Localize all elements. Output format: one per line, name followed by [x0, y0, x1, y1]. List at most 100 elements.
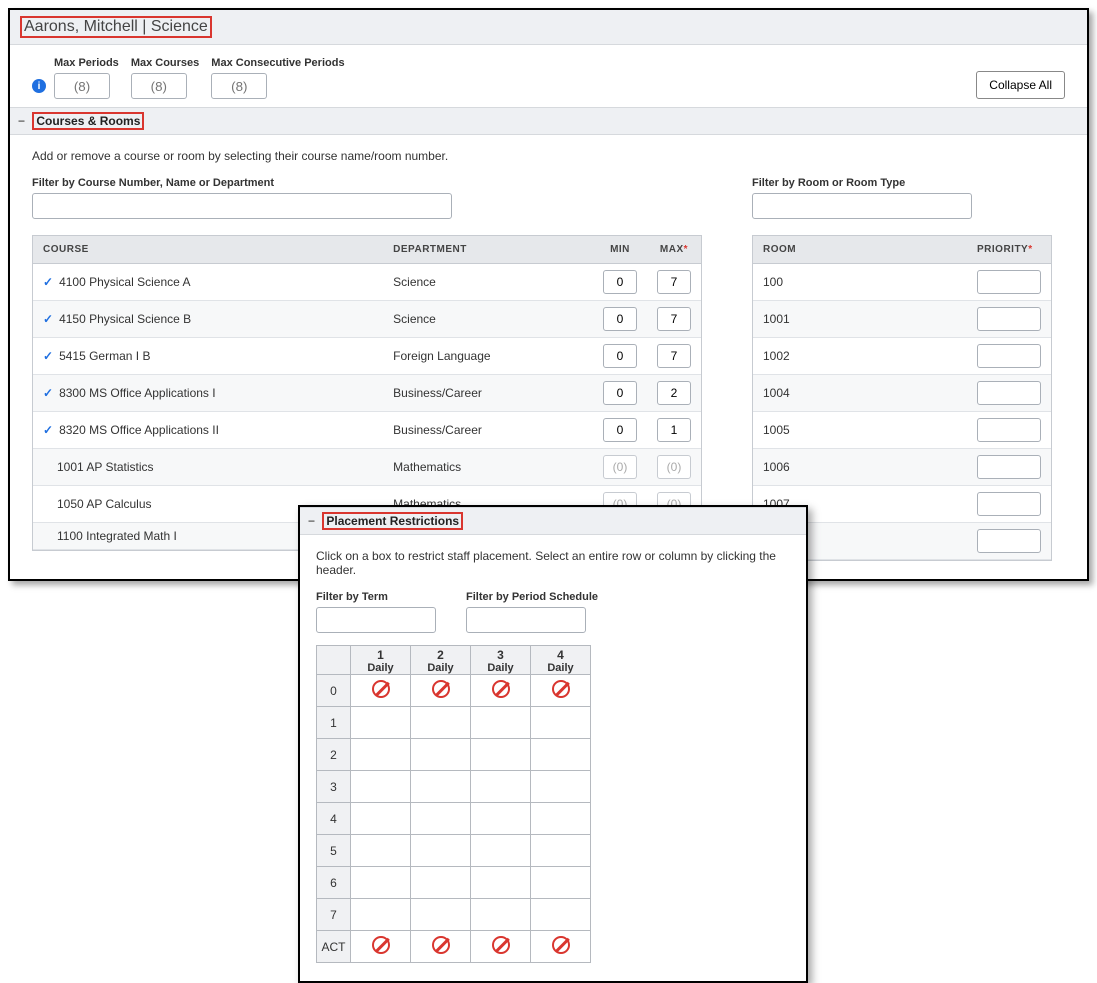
restriction-cell[interactable]	[471, 899, 531, 931]
col-room[interactable]: Room	[753, 236, 967, 264]
period-row-header[interactable]: 1	[317, 707, 351, 739]
priority-input[interactable]	[977, 344, 1041, 368]
restriction-cell[interactable]	[411, 675, 471, 707]
period-row-header[interactable]: 0	[317, 675, 351, 707]
restriction-cell[interactable]	[411, 707, 471, 739]
course-row[interactable]: ✓4100 Physical Science AScience	[33, 264, 701, 301]
restriction-cell[interactable]	[351, 771, 411, 803]
courses-rooms-header[interactable]: − Courses & Rooms	[10, 107, 1087, 135]
max-input[interactable]	[657, 307, 691, 331]
period-row-header[interactable]: 6	[317, 867, 351, 899]
course-row[interactable]: ✓8320 MS Office Applications IIBusiness/…	[33, 412, 701, 449]
room-row[interactable]: 100	[753, 264, 1051, 301]
restriction-cell[interactable]	[351, 899, 411, 931]
min-input[interactable]	[603, 418, 637, 442]
restriction-cell[interactable]	[531, 739, 591, 771]
max-input[interactable]	[657, 270, 691, 294]
filter-schedule-input[interactable]	[466, 607, 586, 633]
period-row-header[interactable]: 3	[317, 771, 351, 803]
course-row[interactable]: ✓8300 MS Office Applications IBusiness/C…	[33, 375, 701, 412]
min-input[interactable]	[603, 344, 637, 368]
restriction-cell[interactable]	[531, 771, 591, 803]
period-column-header[interactable]: 1Daily	[351, 646, 411, 675]
period-column-header[interactable]: 2Daily	[411, 646, 471, 675]
period-column-header[interactable]: 3Daily	[471, 646, 531, 675]
restriction-cell[interactable]	[411, 835, 471, 867]
col-max[interactable]: Max*	[647, 236, 701, 264]
priority-input[interactable]	[977, 307, 1041, 331]
period-row-header[interactable]: ACT	[317, 931, 351, 963]
info-icon[interactable]: i	[32, 79, 46, 93]
restriction-cell[interactable]	[351, 835, 411, 867]
col-department[interactable]: Department	[383, 236, 593, 264]
room-row[interactable]: 1004	[753, 375, 1051, 412]
room-row[interactable]: 1005	[753, 412, 1051, 449]
course-row[interactable]: 1001 AP StatisticsMathematics(0)(0)	[33, 449, 701, 486]
restriction-cell[interactable]	[471, 835, 531, 867]
min-input[interactable]	[603, 307, 637, 331]
placement-header[interactable]: − Placement Restrictions	[300, 507, 806, 535]
restriction-cell[interactable]	[531, 803, 591, 835]
priority-input[interactable]	[977, 455, 1041, 479]
period-row-header[interactable]: 5	[317, 835, 351, 867]
course-row[interactable]: ✓5415 German I BForeign Language	[33, 338, 701, 375]
period-column-header[interactable]: 4Daily	[531, 646, 591, 675]
room-row[interactable]: 1001	[753, 301, 1051, 338]
restriction-cell[interactable]	[351, 675, 411, 707]
col-min[interactable]: Min	[593, 236, 647, 264]
period-row-header[interactable]: 4	[317, 803, 351, 835]
restriction-cell[interactable]	[531, 835, 591, 867]
restriction-cell[interactable]	[471, 771, 531, 803]
restriction-cell[interactable]	[471, 803, 531, 835]
max-placeholder[interactable]: (0)	[657, 455, 691, 479]
restriction-cell[interactable]	[471, 867, 531, 899]
restriction-cell[interactable]	[411, 771, 471, 803]
period-row-header[interactable]: 7	[317, 899, 351, 931]
max-input[interactable]	[657, 381, 691, 405]
restriction-cell[interactable]	[471, 707, 531, 739]
restriction-cell[interactable]	[531, 931, 591, 963]
restriction-cell[interactable]	[411, 899, 471, 931]
max-consecutive-input[interactable]	[211, 73, 267, 99]
course-row[interactable]: ✓4150 Physical Science BScience	[33, 301, 701, 338]
priority-input[interactable]	[977, 270, 1041, 294]
restriction-cell[interactable]	[351, 867, 411, 899]
restriction-cell[interactable]	[411, 931, 471, 963]
min-placeholder[interactable]: (0)	[603, 455, 637, 479]
max-input[interactable]	[657, 418, 691, 442]
room-row[interactable]: 1002	[753, 338, 1051, 375]
min-input[interactable]	[603, 381, 637, 405]
max-periods-input[interactable]	[54, 73, 110, 99]
priority-input[interactable]	[977, 418, 1041, 442]
max-input[interactable]	[657, 344, 691, 368]
priority-input[interactable]	[977, 381, 1041, 405]
col-course[interactable]: Course	[33, 236, 383, 264]
restriction-cell[interactable]	[351, 931, 411, 963]
filter-term-input[interactable]	[316, 607, 436, 633]
col-priority[interactable]: Priority*	[967, 236, 1051, 264]
restriction-cell[interactable]	[471, 675, 531, 707]
restriction-cell[interactable]	[531, 867, 591, 899]
min-input[interactable]	[603, 270, 637, 294]
restriction-cell[interactable]	[351, 803, 411, 835]
collapse-all-button[interactable]: Collapse All	[976, 71, 1065, 99]
restriction-cell[interactable]	[471, 739, 531, 771]
priority-input[interactable]	[977, 529, 1041, 553]
restriction-cell[interactable]	[471, 931, 531, 963]
course-name: 1001 AP Statistics	[57, 460, 154, 474]
restriction-cell[interactable]	[351, 739, 411, 771]
restriction-cell[interactable]	[411, 867, 471, 899]
filter-course-input[interactable]	[32, 193, 452, 219]
room-name: 1004	[753, 375, 967, 412]
restriction-cell[interactable]	[411, 739, 471, 771]
restriction-cell[interactable]	[531, 899, 591, 931]
restriction-cell[interactable]	[531, 675, 591, 707]
room-row[interactable]: 1006	[753, 449, 1051, 486]
restriction-cell[interactable]	[531, 707, 591, 739]
restriction-cell[interactable]	[351, 707, 411, 739]
period-row-header[interactable]: 2	[317, 739, 351, 771]
priority-input[interactable]	[977, 492, 1041, 516]
max-courses-input[interactable]	[131, 73, 187, 99]
filter-room-input[interactable]	[752, 193, 972, 219]
restriction-cell[interactable]	[411, 803, 471, 835]
